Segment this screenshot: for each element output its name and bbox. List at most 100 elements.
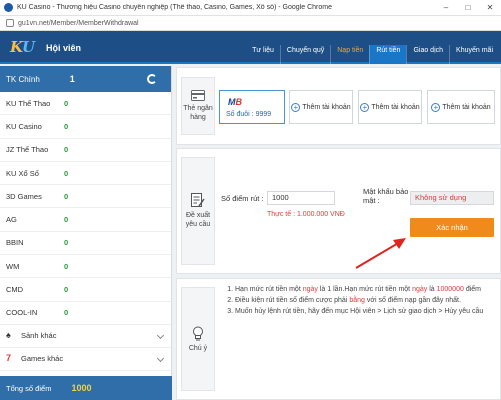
expander-label: Sảnh khác — [21, 331, 57, 341]
close-button[interactable]: ✕ — [479, 0, 501, 16]
maximize-button[interactable]: □ — [457, 0, 479, 16]
site-header: KU Hội viên Tư liệu Chuyển quỹ Nạp tiền … — [0, 31, 501, 64]
main-nav: Tư liệu Chuyển quỹ Nạp tiền Rút tiền Gia… — [246, 45, 499, 64]
wallet-label: 3D Games — [6, 191, 42, 201]
request-label-line1: Đề xuất — [185, 212, 211, 219]
wallet-value: 0 — [64, 215, 69, 225]
logo-letter-u: U — [22, 38, 35, 56]
bank-label-line2: hàng — [190, 114, 206, 121]
wallet-row: KU Thể Thao 0 — [0, 92, 171, 116]
security-password-label-line1: Mật khẩu bảo — [363, 187, 409, 196]
security-password-field: Không sử dụng — [410, 191, 494, 205]
plus-icon: + — [360, 102, 370, 112]
browser-titlebar: KU Casino - Thương hiệu Casino chuyên ng… — [0, 0, 501, 16]
bank-card-panel: Thẻ ngân hàng MB Số đuôi : 9999 + Thêm tài… — [176, 67, 501, 145]
expander-label: Games khác — [21, 354, 64, 364]
note-item: Điều kiện rút tiền số điểm cược phải bằn… — [235, 296, 492, 306]
wallet-value: 0 — [64, 145, 69, 155]
wallet-row: KU Casino 0 — [0, 115, 171, 139]
nav-chuyen-quy[interactable]: Chuyển quỹ — [279, 45, 330, 64]
wallet-row: AG 0 — [0, 208, 171, 232]
lock-icon — [6, 19, 14, 27]
total-points-value: 1000 — [71, 383, 92, 393]
main-account-label: TK Chính — [6, 74, 40, 84]
notes-panel: Chú ý Hạn mức rút tiền một ngày là 1 lần… — [176, 278, 501, 400]
address-bar[interactable]: gu1vn.net/Member/MemberWithdrawal — [0, 16, 501, 31]
account-suffix: Số đuôi : 9999 — [226, 111, 272, 118]
wallet-label: CMD — [6, 285, 24, 295]
wallet-row: WM 0 — [0, 255, 171, 279]
add-account-button[interactable]: + Thêm tài khoản — [427, 90, 495, 124]
edit-document-icon — [191, 193, 205, 207]
total-points-row: Tổng số điểm 1000 — [0, 376, 172, 400]
security-password-label: Mật khẩu bảo mật : — [363, 187, 408, 205]
nav-rut-tien[interactable]: Rút tiền — [369, 45, 407, 64]
note-text: với số điểm nạp gần đây nhất. — [364, 297, 461, 304]
note-item: Muốn hủy lệnh rút tiền, hãy đến mục Hội … — [235, 307, 492, 317]
wallet-label: KU Thể Thao — [6, 98, 51, 108]
note-text: Hạn mức rút tiền một — [235, 286, 303, 293]
page-title: Hội viên — [46, 43, 82, 53]
balance-sidebar: TK Chính 1 KU Thể Thao 0 KU Casino 0 JZ Th… — [0, 66, 172, 400]
points-input[interactable]: 1000 — [267, 191, 335, 205]
plus-icon: + — [431, 102, 441, 112]
note-text: là — [427, 286, 437, 293]
note-text: là 1 lần.Hạn mức rút tiền một — [317, 286, 413, 293]
note-highlight: ngày — [302, 286, 318, 293]
wallet-label: KU Casino — [6, 121, 42, 131]
add-account-label: Thêm tài khoản — [442, 103, 491, 111]
wallet-value: 0 — [64, 121, 69, 131]
logo-letter-k: K — [10, 38, 23, 56]
bank-card-icon — [191, 90, 205, 101]
expander-other-lobbies[interactable]: ♠ Sảnh khác — [0, 325, 171, 348]
security-password-label-line2: mật : — [363, 196, 380, 205]
wallet-label: AG — [6, 215, 17, 225]
lightbulb-icon — [193, 326, 203, 340]
note-highlight: 1000000 — [436, 286, 464, 293]
notes-list: Hạn mức rút tiền một ngày là 1 lần.Hạn m… — [225, 285, 492, 318]
mb-logo-m: M — [228, 97, 236, 107]
expander-other-games[interactable]: 7 Games khác — [0, 348, 171, 371]
wallet-label: COOL-IN — [6, 308, 38, 318]
wallet-row: JZ Thể Thao 0 — [0, 139, 171, 162]
wallet-value: 0 — [64, 261, 69, 271]
window-title: KU Casino - Thương hiệu Casino chuyên ng… — [17, 4, 332, 11]
wallet-label: KU Xổ Số — [6, 168, 39, 178]
wallet-row: BBIN 0 — [0, 232, 171, 256]
wallet-value: 0 — [64, 168, 69, 178]
wallet-value: 0 — [64, 238, 69, 248]
site-favicon-icon — [4, 3, 13, 12]
chevron-down-icon — [156, 331, 165, 340]
nav-giao-dich[interactable]: Giao dịch — [406, 45, 449, 64]
refresh-icon[interactable] — [147, 74, 157, 84]
wallet-row: 3D Games 0 — [0, 185, 171, 209]
nav-nap-tien[interactable]: Nạp tiền — [330, 45, 369, 64]
notes-section-label: Chú ý — [181, 287, 215, 391]
wallet-label: BBIN — [6, 238, 24, 248]
nav-khuyen-mai[interactable]: Khuyến mãi — [449, 45, 499, 64]
note-highlight: bằng — [349, 297, 365, 304]
slot-seven-icon: 7 — [6, 353, 12, 364]
note-highlight: ngày — [412, 286, 428, 293]
nav-tu-lieu[interactable]: Tư liệu — [246, 45, 280, 64]
wallet-value: 0 — [64, 308, 69, 318]
plus-icon: + — [291, 102, 301, 112]
confirm-button[interactable]: Xác nhận — [410, 218, 494, 237]
mb-logo-b: B — [235, 97, 243, 107]
add-account-button[interactable]: + Thêm tài khoản — [358, 90, 422, 124]
bank-section-label: Thẻ ngân hàng — [181, 77, 215, 135]
add-account-button[interactable]: + Thêm tài khoản — [289, 90, 353, 124]
note-text: điểm — [463, 286, 481, 293]
url-text[interactable]: gu1vn.net/Member/MemberWithdrawal — [18, 20, 139, 27]
add-account-label: Thêm tài khoản — [371, 103, 420, 111]
main-account-value: 1 — [69, 74, 75, 84]
request-label-line2: yêu cầu — [185, 221, 211, 228]
bank-label-line1: Thẻ ngân — [183, 105, 213, 112]
wallet-row: CMD 0 — [0, 278, 171, 302]
mb-bank-logo: MB — [228, 97, 242, 107]
withdraw-request-panel: Đề xuất yêu cầu Số điểm rút : 1000 Thực t… — [176, 148, 501, 274]
minimize-button[interactable]: – — [435, 0, 457, 16]
ku-logo[interactable]: KU — [10, 36, 40, 58]
mb-bank-card[interactable]: MB Số đuôi : 9999 — [219, 90, 285, 124]
wallet-row: COOL-IN 0 — [0, 302, 171, 325]
